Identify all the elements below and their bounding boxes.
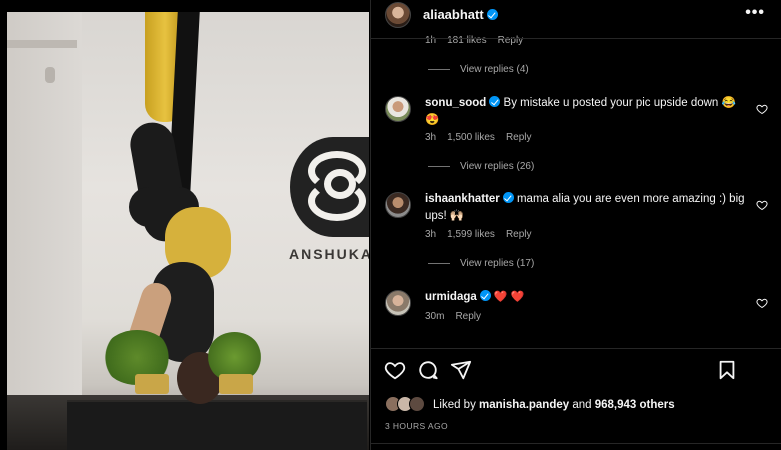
commenter-avatar[interactable] xyxy=(385,290,411,316)
view-replies-button[interactable]: View replies (4) xyxy=(428,64,529,75)
post-action-bar xyxy=(371,355,781,385)
liker-avatars xyxy=(385,396,429,412)
comment-text: urmidaga ❤️ ❤️ xyxy=(425,289,745,306)
photo-wall-ledge xyxy=(7,40,77,48)
comments-list[interactable]: 1h 181 likes Reply View replies (4) sonu_s… xyxy=(371,30,781,348)
header-divider xyxy=(371,38,781,39)
author-avatar[interactable] xyxy=(385,2,411,28)
likes-prefix: Liked by xyxy=(433,399,480,411)
reply-button[interactable]: Reply xyxy=(455,311,481,322)
post-detail-panel: aliaabhatt ••• 1h 181 likes Reply View rep… xyxy=(370,0,781,450)
comment-likes-count[interactable]: 1,500 likes xyxy=(447,132,495,143)
comment-text: ishaankhatter mama alia you are even mor… xyxy=(425,191,745,225)
comment-like-heart-icon[interactable] xyxy=(756,199,768,211)
studio-logo-text: ANSHUKA YO xyxy=(289,246,369,262)
view-replies-label: View replies (26) xyxy=(460,161,535,172)
comment-time: 3h xyxy=(425,229,437,240)
comment-text: sonu_sood By mistake u posted your pic u… xyxy=(425,95,745,129)
liker-avatar xyxy=(409,396,425,412)
photo-pot-right xyxy=(219,374,253,394)
comment-meta: 3h 1,500 likes Reply xyxy=(425,132,543,143)
photo-pot-left xyxy=(135,374,169,394)
comment-body: ❤️ ❤️ xyxy=(490,291,525,303)
view-replies-line xyxy=(428,68,450,70)
heart-outline-icon[interactable] xyxy=(384,359,406,381)
comment-like-heart-icon[interactable] xyxy=(756,297,768,309)
likes-others-count[interactable]: 968,943 others xyxy=(595,399,675,411)
post-header: aliaabhatt ••• xyxy=(371,0,781,32)
bottom-divider xyxy=(371,443,781,444)
likes-summary[interactable]: Liked by manisha.pandey and 968,943 othe… xyxy=(385,396,675,414)
commenter-username[interactable]: urmidaga xyxy=(425,291,477,303)
reply-button[interactable]: Reply xyxy=(506,132,532,143)
comment-meta: 1h 181 likes Reply xyxy=(425,35,534,46)
view-replies-line xyxy=(428,165,450,167)
comment-meta: 30m Reply xyxy=(425,311,492,322)
liker-username[interactable]: manisha.pandey xyxy=(479,399,569,411)
comment-bubble-icon[interactable] xyxy=(417,359,439,381)
view-replies-line xyxy=(428,262,450,264)
author-username-text[interactable]: aliaabhatt xyxy=(423,7,484,22)
post-photo[interactable]: ANSHUKA YO xyxy=(7,12,369,450)
view-replies-label: View replies (17) xyxy=(460,258,535,269)
studio-logo xyxy=(290,137,369,237)
post-photo-panel: ANSHUKA YO xyxy=(0,0,370,450)
paper-plane-icon[interactable] xyxy=(450,359,472,381)
commenter-avatar[interactable] xyxy=(385,96,411,122)
verified-badge-icon xyxy=(502,192,514,203)
comment-like-heart-icon[interactable] xyxy=(756,103,768,115)
commenter-username[interactable]: ishaankhatter xyxy=(425,193,500,205)
reply-button[interactable]: Reply xyxy=(506,229,532,240)
commenter-username[interactable]: sonu_sood xyxy=(425,97,486,109)
photo-yoga-mat xyxy=(67,400,367,450)
author-username[interactable]: aliaabhatt xyxy=(423,7,498,22)
comment-time: 1h xyxy=(425,35,437,46)
comment-time: 30m xyxy=(425,311,445,322)
photo-wall-lamp xyxy=(45,67,55,83)
comment-meta: 3h 1,599 likes Reply xyxy=(425,229,543,240)
comment-likes-count[interactable]: 1,599 likes xyxy=(447,229,495,240)
reply-button[interactable]: Reply xyxy=(498,35,524,46)
comment-likes-count[interactable]: 181 likes xyxy=(447,35,486,46)
verified-badge-icon xyxy=(479,290,491,301)
actions-divider xyxy=(371,348,781,349)
bookmark-icon[interactable] xyxy=(716,359,738,381)
post-timestamp: 3 HOURS AGO xyxy=(385,421,448,431)
comment-time: 3h xyxy=(425,132,437,143)
more-options-icon[interactable]: ••• xyxy=(745,4,765,22)
commenter-avatar[interactable] xyxy=(385,192,411,218)
view-replies-button[interactable]: View replies (26) xyxy=(428,161,534,172)
likes-and: and xyxy=(569,399,595,411)
view-replies-label: View replies (4) xyxy=(460,64,529,75)
verified-badge-icon xyxy=(486,9,498,20)
view-replies-button[interactable]: View replies (17) xyxy=(428,258,534,269)
verified-badge-icon xyxy=(489,96,501,107)
